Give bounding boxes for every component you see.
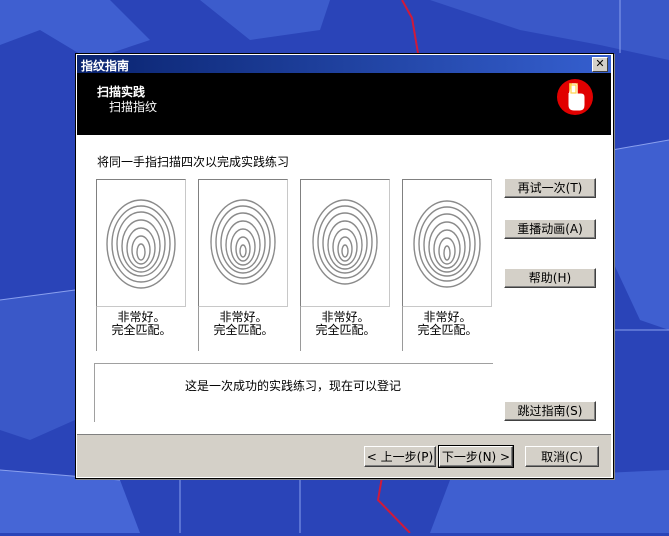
close-icon: ✕ xyxy=(595,57,605,70)
result-line-match: 完全匹配。 xyxy=(417,323,478,337)
header-divider xyxy=(77,133,611,135)
scan-slot-4: 非常好。 完全匹配。 xyxy=(402,179,492,355)
scan-result: 非常好。 完全匹配。 xyxy=(198,307,288,351)
result-line-match: 完全匹配。 xyxy=(213,323,274,337)
fingerprint-icon xyxy=(106,199,176,289)
fingerprint-logo-icon xyxy=(557,79,593,115)
fingerprint-icon xyxy=(210,199,276,285)
retry-button[interactable]: 再试一次(T) xyxy=(504,178,596,198)
fingerprint-preview xyxy=(300,179,390,307)
close-button[interactable]: ✕ xyxy=(592,57,608,72)
scan-result: 非常好。 完全匹配。 xyxy=(300,307,390,351)
scan-slot-2: 非常好。 完全匹配。 xyxy=(198,179,288,355)
title-bar[interactable]: 指纹指南 ✕ xyxy=(77,55,611,73)
result-line-match: 完全匹配。 xyxy=(111,323,172,337)
back-button[interactable]: < 上一步(P) xyxy=(364,446,436,467)
wizard-footer: < 上一步(P) 下一步(N) > 取消(C) xyxy=(77,437,611,477)
fingerprint-preview xyxy=(402,179,492,307)
status-message: 这是一次成功的实践练习，现在可以登记 xyxy=(185,379,402,393)
step-subtitle: 扫描指纹 xyxy=(109,100,158,114)
skip-guide-button[interactable]: 跳过指南(S) xyxy=(504,401,596,421)
status-panel: 这是一次成功的实践练习，现在可以登记 xyxy=(94,363,493,422)
scan-slot-3: 非常好。 完全匹配。 xyxy=(300,179,390,355)
fingerprint-icon xyxy=(413,200,481,288)
fingerprint-icon xyxy=(312,199,378,285)
fingerprint-guide-dialog: 指纹指南 ✕ 扫描实践 扫描指纹 将同一手指扫描四次以完成实践练习 非常好。 完… xyxy=(75,53,614,479)
instruction-text: 将同一手指扫描四次以完成实践练习 xyxy=(97,155,290,169)
result-line-match: 完全匹配。 xyxy=(315,323,376,337)
header-band: 扫描实践 扫描指纹 xyxy=(77,73,611,133)
scan-result: 非常好。 完全匹配。 xyxy=(96,307,186,351)
scan-slot-1: 非常好。 完全匹配。 xyxy=(96,179,186,355)
scan-result: 非常好。 完全匹配。 xyxy=(402,307,492,351)
window-title: 指纹指南 xyxy=(81,59,130,73)
replay-animation-button[interactable]: 重播动画(A) xyxy=(504,219,596,239)
fingerprint-preview xyxy=(198,179,288,307)
next-button[interactable]: 下一步(N) > xyxy=(438,445,514,468)
cancel-button[interactable]: 取消(C) xyxy=(525,446,599,467)
help-button[interactable]: 帮助(H) xyxy=(504,268,596,288)
fingerprint-preview xyxy=(96,179,186,307)
